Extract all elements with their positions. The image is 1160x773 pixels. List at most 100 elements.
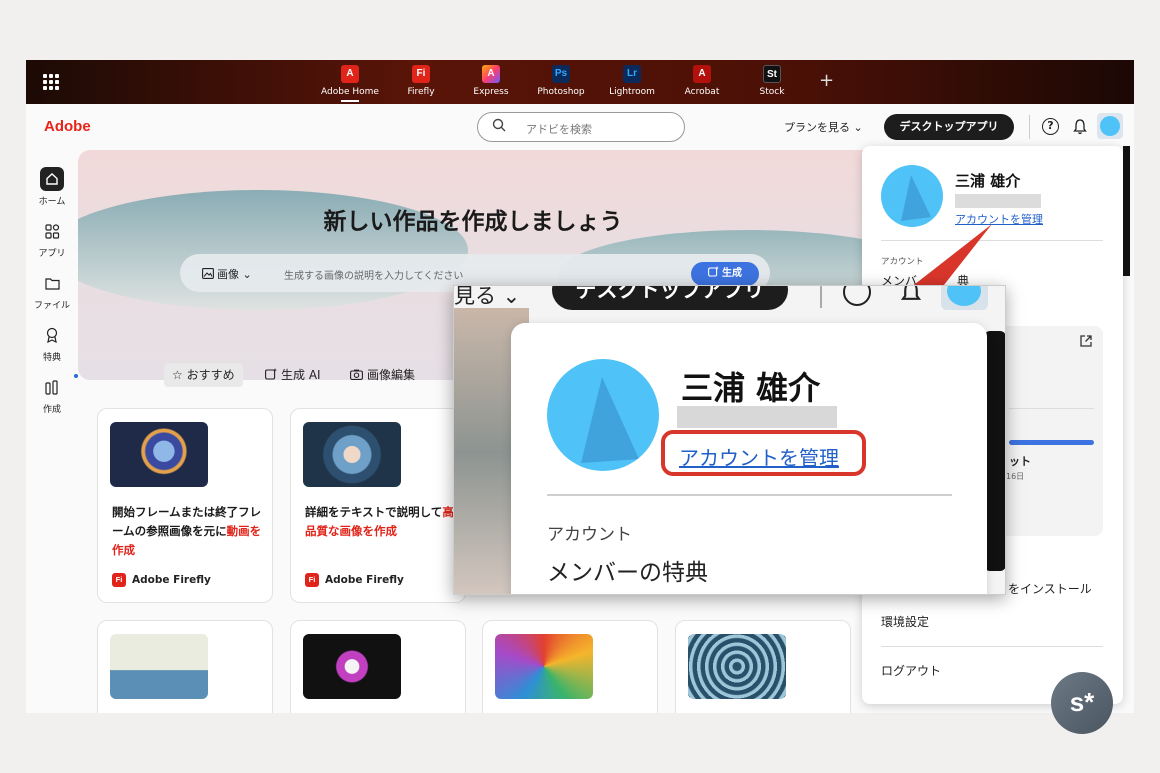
nav-item-files[interactable]: ファイル bbox=[26, 271, 78, 311]
card-thumbnail bbox=[303, 422, 401, 487]
card-typography[interactable] bbox=[290, 620, 466, 713]
card-brand: Fi Adobe Firefly bbox=[112, 573, 211, 587]
nav-item-apps[interactable]: アプリ bbox=[26, 219, 78, 259]
award-icon bbox=[40, 323, 64, 347]
card-thumbnail bbox=[688, 634, 786, 699]
profile-menu-zoomed: 三浦 雄介 アカウントを管理 アカウント メンバーの特典 bbox=[511, 323, 987, 594]
card-thumbnail bbox=[495, 634, 593, 699]
section-label: アカウント bbox=[881, 257, 924, 267]
card-color-splash[interactable] bbox=[482, 620, 658, 713]
image-icon bbox=[202, 268, 214, 279]
watermark-badge: s* bbox=[1051, 672, 1113, 734]
acrobat-icon: A bbox=[693, 65, 711, 83]
card-image-generation[interactable]: 詳細をテキストで説明して高品質な画像を作成 Fi Adobe Firefly bbox=[290, 408, 466, 603]
app-photoshop[interactable]: Ps Photoshop bbox=[526, 65, 596, 97]
card-description: 詳細をテキストで説明して高品質な画像を作成 bbox=[305, 505, 454, 538]
header-divider bbox=[1029, 115, 1030, 139]
chip-label: 生成 AI bbox=[281, 368, 321, 382]
app-label: Express bbox=[473, 87, 509, 97]
adobe-home-icon: A bbox=[341, 65, 359, 83]
divider bbox=[881, 646, 1103, 647]
app-label: Acrobat bbox=[684, 87, 720, 97]
help-icon[interactable]: ? bbox=[1042, 118, 1059, 135]
app-label: Adobe Home bbox=[321, 87, 379, 97]
sparkle-image-icon bbox=[265, 368, 277, 380]
prompt-placeholder: 生成する画像の説明を入力してください bbox=[284, 271, 464, 282]
firefly-icon: Fi bbox=[112, 573, 126, 587]
app-adobe-home[interactable]: A Adobe Home bbox=[315, 65, 385, 102]
card-spiral[interactable] bbox=[675, 620, 851, 713]
bell-icon[interactable] bbox=[1072, 118, 1088, 136]
hero-title: 新しい作品を作成しましょう bbox=[323, 209, 623, 235]
avatar-button[interactable] bbox=[1097, 113, 1123, 139]
create-icon bbox=[40, 374, 78, 399]
site-header: Adobe アドビを検索 プランを見る ⌄ デスクトップアプリ ? bbox=[26, 104, 1134, 150]
media-type-select[interactable]: 画像 ⌄ bbox=[202, 266, 252, 282]
chip-recommended[interactable]: ☆ おすすめ bbox=[164, 363, 243, 387]
sparkle-image-icon bbox=[708, 266, 719, 277]
adobe-logo[interactable]: Adobe bbox=[44, 118, 91, 135]
desktop-app-button[interactable]: デスクトップアプリ bbox=[884, 114, 1014, 140]
manage-account-link[interactable]: アカウントを管理 bbox=[955, 211, 1043, 227]
partial-item-date: 16日 bbox=[1006, 472, 1025, 481]
stock-icon: St bbox=[763, 65, 781, 83]
divider bbox=[1009, 408, 1094, 409]
nav-label: アプリ bbox=[38, 249, 66, 259]
app-express[interactable]: A Express bbox=[456, 65, 526, 97]
nav-label: 特典 bbox=[42, 353, 61, 363]
magnified-callout: 見る ⌄ デスクトップアプリ 三浦 雄介 アカウントを管理 アカウント メンバー… bbox=[453, 285, 1006, 595]
card-thumbnail bbox=[303, 634, 401, 699]
folder-icon bbox=[40, 271, 64, 295]
header-divider bbox=[820, 286, 822, 308]
card-whale[interactable] bbox=[97, 620, 273, 713]
search-input[interactable]: アドビを検索 bbox=[477, 112, 685, 142]
add-app-button[interactable]: + bbox=[819, 70, 834, 91]
logout-menu-item[interactable]: ログアウト bbox=[881, 662, 941, 679]
generate-label: 生成 bbox=[722, 268, 742, 279]
plan-menu[interactable]: プランを見る ⌄ bbox=[784, 119, 863, 135]
profile-name: 三浦 雄介 bbox=[681, 369, 821, 407]
chip-generative-ai[interactable]: 生成 AI bbox=[257, 363, 329, 387]
app-acrobat[interactable]: A Acrobat bbox=[667, 65, 737, 97]
media-type-label: 画像 ⌄ bbox=[217, 268, 252, 281]
app-lightroom[interactable]: Lr Lightroom bbox=[597, 65, 667, 97]
nav-label: ホーム bbox=[38, 197, 66, 207]
section-label: アカウント bbox=[547, 525, 632, 545]
progress-bar bbox=[1009, 440, 1094, 445]
app-label: Photoshop bbox=[537, 87, 585, 97]
manage-account-link[interactable]: アカウントを管理 bbox=[679, 442, 839, 471]
plan-menu-zoomed: 見る ⌄ bbox=[454, 285, 521, 308]
card-video-generation[interactable]: 開始フレームまたは終了フレームの参照画像を元に動画を作成 Fi Adobe Fir… bbox=[97, 408, 273, 603]
profile-avatar bbox=[881, 165, 943, 227]
nav-item-create[interactable]: 作成 bbox=[26, 374, 78, 415]
card-brand: Fi Adobe Firefly bbox=[305, 573, 404, 587]
photoshop-icon: Ps bbox=[552, 65, 570, 83]
nav-label: 作成 bbox=[42, 405, 61, 415]
chip-label: 画像編集 bbox=[367, 368, 416, 382]
settings-menu-item[interactable]: 環境設定 bbox=[881, 613, 929, 630]
card-description: 開始フレームまたは終了フレームの参照画像を元に動画を作成 bbox=[112, 505, 262, 557]
camera-icon bbox=[350, 369, 363, 380]
app-stock[interactable]: St Stock bbox=[737, 65, 807, 97]
app-grid-icon[interactable] bbox=[43, 74, 59, 90]
app-firefly[interactable]: Fi Firefly bbox=[386, 65, 456, 97]
app-label: Firefly bbox=[407, 87, 435, 97]
chip-image-editing[interactable]: 画像編集 bbox=[342, 363, 423, 387]
nav-label: ファイル bbox=[33, 301, 70, 311]
member-benefits-item[interactable]: メンバーの特典 bbox=[547, 553, 708, 587]
apps-icon bbox=[40, 219, 64, 243]
app-label: Lightroom bbox=[609, 87, 655, 97]
background-strip bbox=[1123, 146, 1130, 276]
install-menu-item[interactable]: をインストール bbox=[1008, 580, 1092, 597]
nav-item-benefits[interactable]: 特典 bbox=[26, 323, 78, 363]
desktop-app-button-zoomed: デスクトップアプリ bbox=[552, 286, 788, 310]
profile-name: 三浦 雄介 bbox=[955, 172, 1021, 190]
external-link-icon[interactable] bbox=[1079, 334, 1093, 348]
avatar-zoomed bbox=[941, 286, 988, 310]
left-nav: ホーム アプリ ファイル 特典 作成 bbox=[26, 150, 78, 713]
generate-button[interactable]: 生成 bbox=[691, 262, 759, 286]
nav-item-home[interactable]: ホーム bbox=[26, 167, 78, 207]
lightroom-icon: Lr bbox=[623, 65, 641, 83]
firefly-icon: Fi bbox=[305, 573, 319, 587]
profile-email-redacted bbox=[955, 194, 1041, 208]
